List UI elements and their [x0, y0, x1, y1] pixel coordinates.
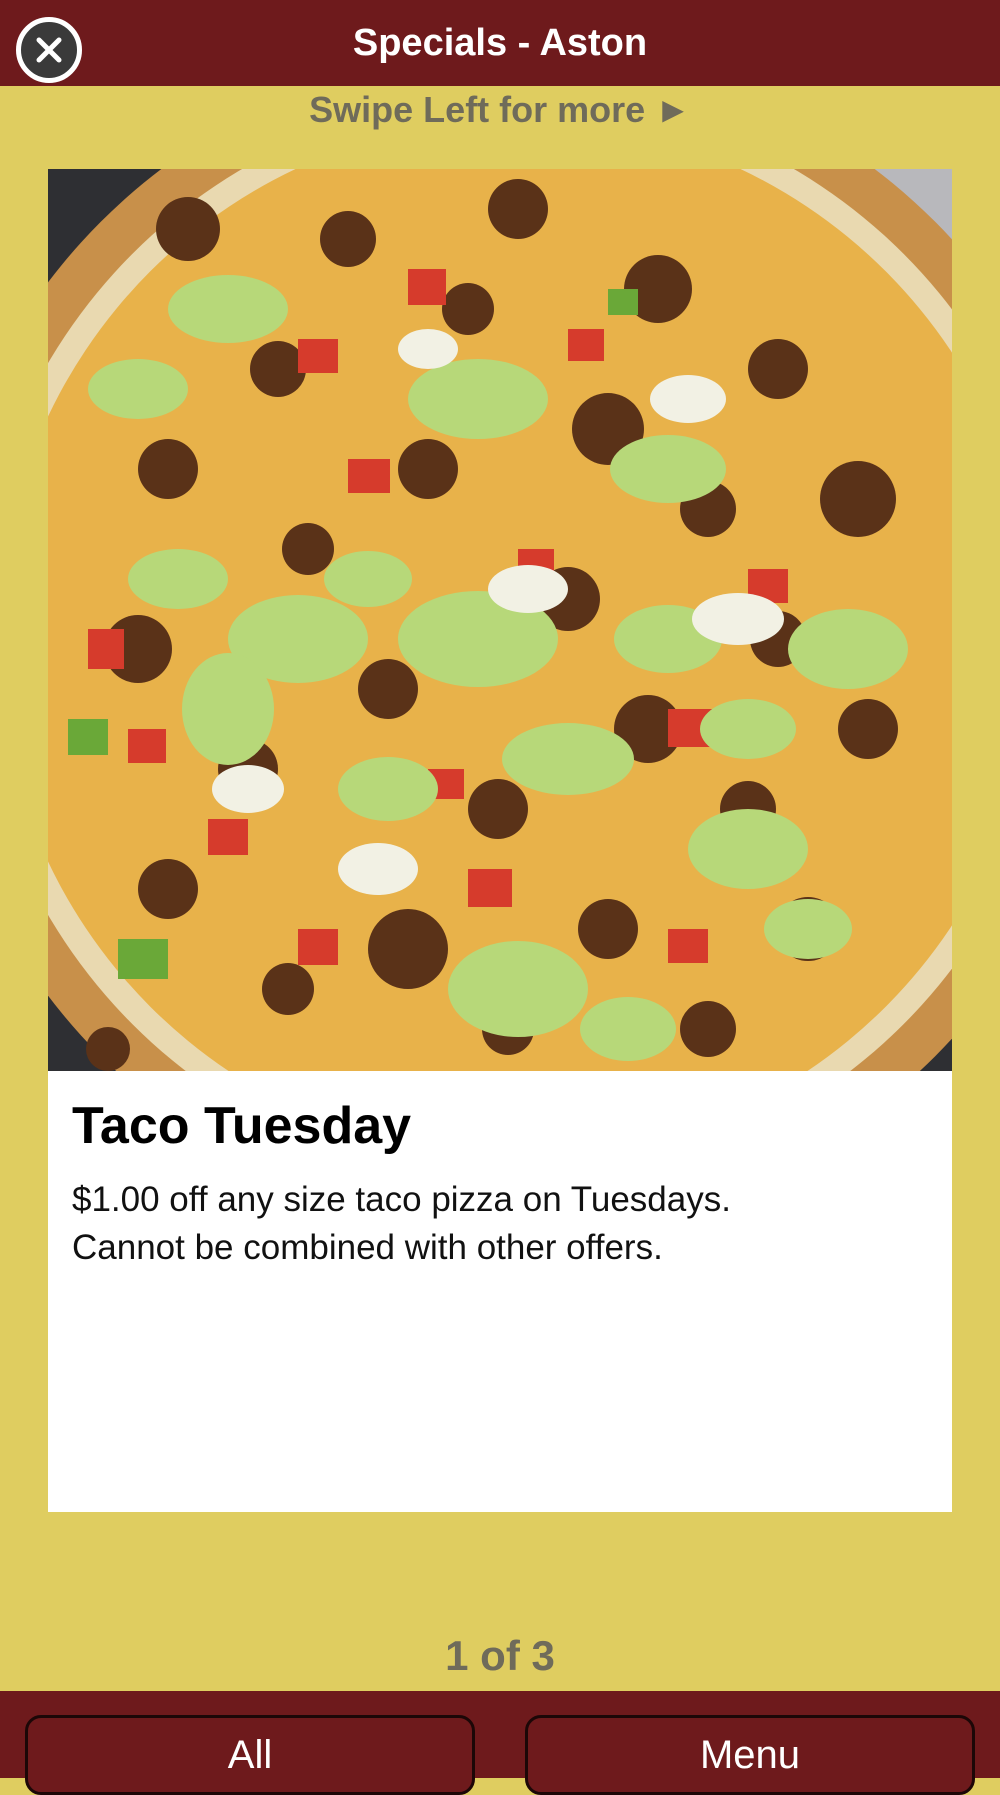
menu-button[interactable]: Menu [525, 1715, 975, 1795]
special-description: $1.00 off any size taco pizza on Tuesday… [72, 1176, 932, 1272]
description-line-1: $1.00 off any size taco pizza on Tuesday… [72, 1180, 731, 1219]
top-bar: Specials - Aston [0, 0, 1000, 86]
bottom-bar: All Menu [0, 1691, 1000, 1795]
swipe-hint: Swipe Left for more ► [309, 89, 691, 130]
page-indicator: 1 of 3 [445, 1632, 555, 1679]
special-image [48, 169, 952, 1071]
page-title: Specials - Aston [352, 22, 648, 64]
close-button[interactable] [16, 17, 82, 83]
taco-pizza-photo [48, 169, 952, 1071]
close-icon [36, 37, 62, 63]
description-line-2: Cannot be combined with other offers. [72, 1228, 663, 1267]
special-title: Taco Tuesday [72, 1097, 412, 1155]
all-button[interactable]: All [25, 1715, 475, 1795]
special-card[interactable]: Taco Tuesday $1.00 off any size taco piz… [48, 169, 952, 1512]
